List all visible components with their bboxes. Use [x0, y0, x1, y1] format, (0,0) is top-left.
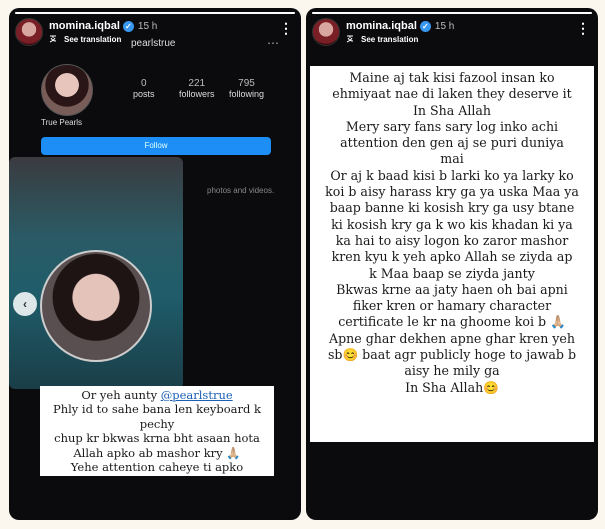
story-text-line: ka hai to aisy logon ko zaror mashor: [335, 232, 569, 248]
story-text-line: k Maa baap se ziyda janty: [369, 265, 535, 281]
story-text-line: baap banne ki kosish kry ga usy btane: [329, 200, 575, 216]
story-username[interactable]: momina.iqbal ✓ 15 h: [49, 20, 157, 32]
profile-stat-followers: 221 followers: [179, 78, 215, 99]
story-text-line: Maine aj tak kisi fazool insan ko: [349, 70, 555, 85]
caption-line: Or yeh aunty @pearlstrue: [81, 388, 233, 402]
story-text-panel: Maine aj tak kisi fazool insan ko ehmiya…: [310, 66, 594, 442]
story-text-line: Or aj k baad kisi b larki ko ya larky ko: [330, 167, 574, 183]
story-time: 15 h: [434, 21, 455, 32]
story-username[interactable]: momina.iqbal ✓ 15 h: [346, 20, 454, 32]
story-text-line: mai: [440, 151, 464, 167]
story-text-line: In Sha Allah😊: [405, 379, 499, 395]
avatar[interactable]: [312, 18, 340, 46]
caption-line: Yehe attention caheye ti apko: [70, 460, 244, 475]
story-text-line: fiker kren or hamary character: [352, 298, 552, 314]
see-translation-label: See translation: [361, 35, 419, 44]
profile-more-icon: ⋯: [267, 36, 279, 50]
caption-line: chup kr bkwas krna bht asaan hota: [54, 431, 260, 446]
more-options-icon[interactable]: ⋮: [576, 21, 590, 35]
story-text-line: Bkwas krne aa jaty haen oh bai apni: [336, 281, 568, 297]
story-text-line: Mery sary fans sary log inko achi: [345, 118, 559, 134]
story-text-line: In Sha Allah: [412, 102, 492, 118]
story-text-line: kren kyu k yeh apko Allah se ziyda ap: [331, 249, 573, 265]
more-options-icon[interactable]: ⋮: [279, 21, 293, 35]
story-text-line: sb😊 baat agr publicly hoge to jawab b: [327, 347, 577, 363]
username-text[interactable]: momina.iqbal: [49, 20, 120, 32]
story-time: 15 h: [137, 21, 158, 32]
story-progress-bar: [15, 12, 295, 14]
see-translation-link[interactable]: See translation: [346, 35, 418, 44]
story-text-line: certificate le kr na ghoome koi b 🙏🏼: [338, 314, 566, 330]
profile-empty-text: photos and videos.: [207, 186, 275, 195]
story-header: momina.iqbal ✓ 15 h See translation ⋮: [312, 18, 592, 52]
overlay-profile-photo: [40, 250, 152, 362]
username-text[interactable]: momina.iqbal: [346, 20, 417, 32]
story-text-line: koi b aisy harass kry ga ya uska Maa ya: [325, 184, 579, 200]
mention-link[interactable]: @pearlstrue: [161, 388, 233, 402]
follow-button: Follow: [41, 137, 271, 155]
profile-handle: pearlstrue: [131, 38, 176, 49]
story-text-line: ki kosish kry ga k wo kis khadan ki ya: [331, 216, 573, 232]
caption-line: Phly id to sahe bana len keyboard k pech…: [52, 402, 262, 431]
screenshot-frame: momina.iqbal ✓ 15 h See translation ⋮ pear…: [0, 0, 605, 529]
story-text-line: Apne ghar dekhen apne ghar kren yeh: [329, 330, 575, 346]
previous-story-button[interactable]: ‹: [13, 292, 37, 316]
profile-stat-following: 795 following: [229, 78, 265, 99]
verified-badge-icon: ✓: [122, 20, 134, 32]
story-text-line: ehmiyaat nae di laken they deserve it: [332, 86, 572, 102]
verified-badge-icon: ✓: [419, 20, 431, 32]
profile-avatar: [41, 64, 93, 116]
caption-line: Allah apko ab mashor kry 🙏🏼: [73, 445, 241, 460]
profile-display-name: True Pearls: [41, 118, 83, 127]
left-caption: Or yeh aunty @pearlstrue Phly id to sahe…: [40, 386, 274, 477]
story-text-line: aisy he mily ga: [404, 363, 500, 379]
story-text-line: attention den gen aj se puri duniya: [340, 135, 564, 151]
profile-stat-posts: 0 posts: [133, 78, 155, 99]
story-progress-bar: [312, 12, 592, 14]
translate-icon: [346, 35, 354, 43]
